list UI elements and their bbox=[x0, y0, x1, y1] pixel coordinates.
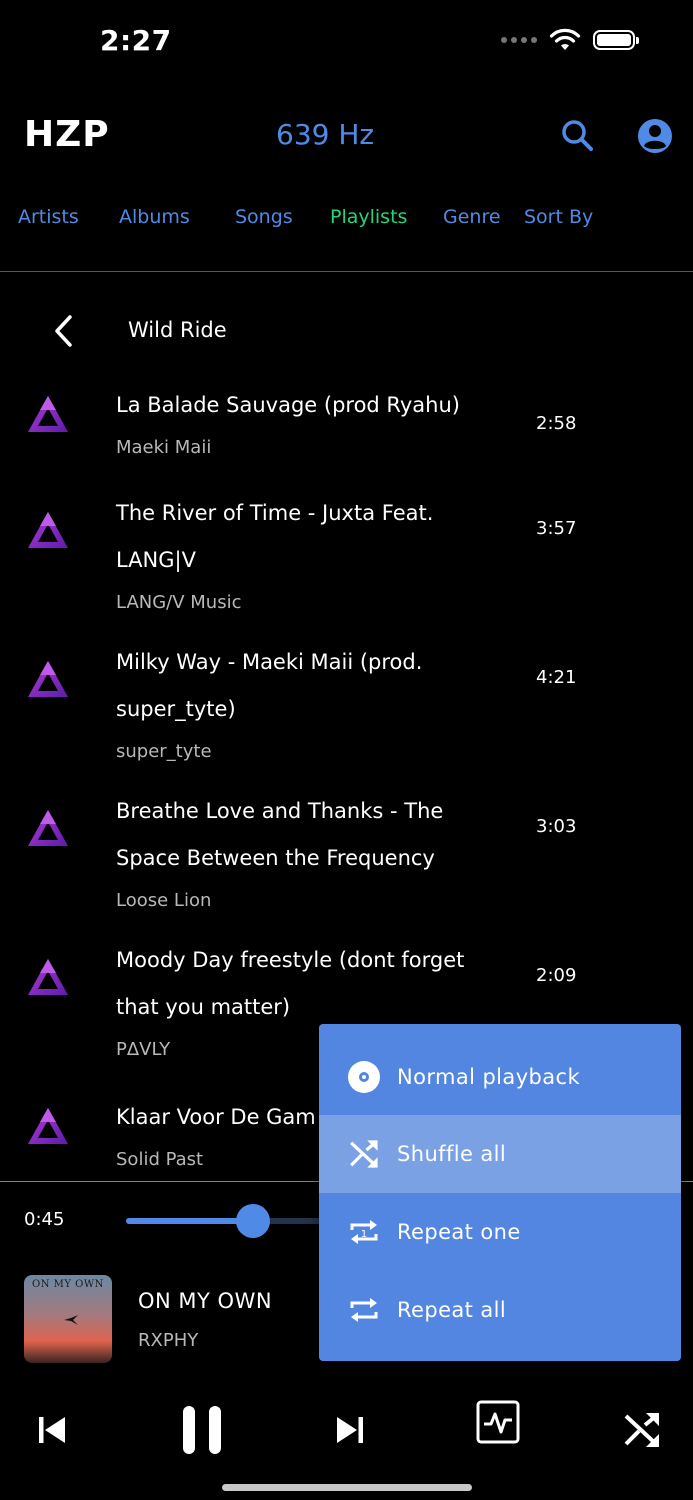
skip-previous-icon bbox=[39, 1417, 65, 1443]
repeat-all-icon bbox=[347, 1293, 381, 1327]
song-duration: 2:09 bbox=[536, 965, 577, 986]
tab-playlists[interactable]: Playlists bbox=[330, 206, 407, 228]
tab-artists[interactable]: Artists bbox=[18, 206, 79, 228]
now-playing-artist: RXPHY bbox=[138, 1330, 199, 1351]
song-logo-icon bbox=[28, 959, 68, 995]
menu-item-shuffle-all[interactable]: Shuffle all bbox=[319, 1115, 681, 1193]
playback-mode-menu: Normal playback Shuffle all 1 Repeat one bbox=[319, 1024, 681, 1361]
status-time: 2:27 bbox=[100, 24, 172, 57]
pause-button[interactable] bbox=[172, 1400, 232, 1460]
disc-icon bbox=[347, 1060, 381, 1094]
song-artist: LANG/V Music bbox=[116, 592, 242, 613]
now-playing-album-art[interactable]: ON MY OWN bbox=[24, 1275, 112, 1363]
repeat-one-icon: 1 bbox=[347, 1215, 381, 1249]
seek-bar-progress bbox=[126, 1218, 254, 1224]
skip-next-icon bbox=[337, 1417, 363, 1443]
song-logo-icon bbox=[28, 512, 68, 548]
menu-item-repeat-one[interactable]: 1 Repeat one bbox=[319, 1193, 681, 1271]
song-title: Breathe Love and Thanks - The Space Betw… bbox=[116, 799, 444, 870]
menu-item-label: Repeat all bbox=[397, 1298, 507, 1322]
menu-item-normal-playback[interactable]: Normal playback bbox=[319, 1038, 681, 1116]
song-logo-icon bbox=[28, 810, 68, 846]
song-duration: 2:58 bbox=[536, 413, 577, 434]
playlist-title: Wild Ride bbox=[128, 318, 227, 342]
back-arrow-icon[interactable] bbox=[50, 314, 78, 348]
song-duration: 4:21 bbox=[536, 667, 577, 688]
song-artist: Solid Past bbox=[116, 1149, 204, 1170]
tab-genre[interactable]: Genre bbox=[443, 206, 501, 228]
wifi-icon bbox=[549, 28, 581, 50]
menu-item-label: Repeat one bbox=[397, 1220, 521, 1244]
song-artist: super_tyte bbox=[116, 741, 212, 762]
album-art-text: ON MY OWN bbox=[32, 1279, 104, 1290]
song-artist: Loose Lion bbox=[116, 890, 212, 911]
home-indicator[interactable] bbox=[222, 1484, 472, 1491]
menu-item-label: Normal playback bbox=[397, 1065, 581, 1089]
next-track-button[interactable] bbox=[320, 1400, 380, 1460]
previous-track-button[interactable] bbox=[22, 1400, 82, 1460]
seek-bar-thumb[interactable] bbox=[236, 1204, 271, 1238]
song-title: Moody Day freestyle (dont forget that yo… bbox=[116, 948, 465, 1019]
account-icon[interactable] bbox=[637, 118, 673, 154]
song-artist: Maeki Maii bbox=[116, 437, 212, 458]
song-duration: 3:57 bbox=[536, 518, 577, 539]
header-divider bbox=[0, 271, 693, 272]
tab-bar: Artists Albums Songs Playlists Genre Sor… bbox=[0, 206, 693, 236]
battery-icon bbox=[593, 30, 639, 50]
song-title: Milky Way - Maeki Maii (prod. super_tyte… bbox=[116, 650, 423, 721]
tab-songs[interactable]: Songs bbox=[235, 206, 293, 228]
app-logo: HZP bbox=[24, 114, 110, 155]
tab-sort-by[interactable]: Sort By bbox=[524, 206, 593, 228]
bird-icon bbox=[64, 1315, 78, 1325]
song-logo-icon bbox=[28, 396, 68, 432]
elapsed-time: 0:45 bbox=[24, 1209, 65, 1230]
shuffle-button[interactable] bbox=[612, 1400, 672, 1460]
status-icons bbox=[501, 28, 639, 52]
cellular-signal-icon bbox=[501, 37, 537, 43]
search-icon[interactable] bbox=[560, 118, 596, 154]
shuffle-icon bbox=[347, 1137, 381, 1171]
menu-item-label: Shuffle all bbox=[397, 1142, 507, 1166]
now-playing-title: ON MY OWN bbox=[138, 1289, 273, 1313]
song-logo-icon bbox=[28, 661, 68, 697]
svg-text:1: 1 bbox=[361, 1229, 367, 1240]
song-title: The River of Time - Juxta Feat. LANG|V bbox=[116, 501, 434, 572]
song-duration: 3:03 bbox=[536, 816, 577, 837]
menu-item-repeat-all[interactable]: Repeat all bbox=[319, 1271, 681, 1349]
tab-albums[interactable]: Albums bbox=[119, 206, 190, 228]
activity-icon bbox=[476, 1400, 520, 1444]
frequency-visualizer-button[interactable] bbox=[468, 1392, 528, 1452]
frequency-label[interactable]: 639 Hz bbox=[276, 118, 374, 151]
song-logo-icon bbox=[28, 1108, 68, 1144]
song-artist: PΔVLY bbox=[116, 1039, 171, 1060]
pause-icon bbox=[183, 1406, 221, 1454]
shuffle-icon bbox=[624, 1413, 659, 1447]
song-title: La Balade Sauvage (prod Ryahu) bbox=[116, 393, 460, 417]
